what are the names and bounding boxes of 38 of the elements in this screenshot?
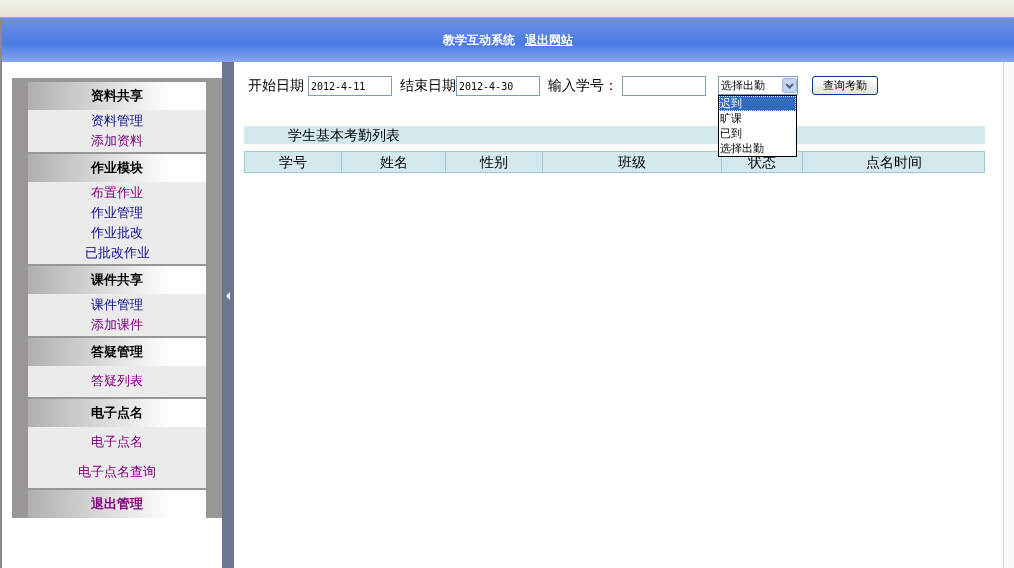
menu-group-header: 答疑管理 — [28, 336, 206, 366]
menu-group-header: 作业模块 — [28, 152, 206, 182]
dropdown-option[interactable]: 迟到 — [719, 96, 796, 111]
menu-link[interactable]: 电子点名 — [91, 432, 143, 452]
menu-group-header: 资料共享 — [28, 80, 206, 110]
column-header: 性别 — [446, 152, 543, 172]
menu-group-header: 电子点名 — [28, 397, 206, 427]
end-date-field[interactable]: 2012-4-30 — [456, 76, 540, 96]
menu-link[interactable]: 作业管理 — [91, 203, 143, 223]
menu-link[interactable]: 添加资料 — [91, 131, 143, 151]
column-header: 班级 — [543, 152, 722, 172]
menu-link[interactable]: 已批改作业 — [84, 243, 150, 263]
end-date-label: 结束日期 — [400, 76, 456, 95]
menu-link[interactable]: 答疑列表 — [91, 371, 143, 391]
scrollbar[interactable] — [1003, 62, 1014, 568]
menu-link[interactable]: 电子点名查询 — [78, 462, 156, 482]
table-title: 学生基本考勤列表 — [288, 127, 400, 143]
student-id-label: 输入学号： — [548, 76, 618, 95]
exit-site-link[interactable]: 退出网站 — [525, 31, 573, 49]
menu-group-header[interactable]: 退出管理 — [28, 488, 206, 518]
menu-link[interactable]: 课件管理 — [91, 295, 143, 315]
menu-link[interactable]: 资料管理 — [91, 111, 143, 131]
student-id-field[interactable] — [622, 76, 706, 96]
collapse-arrow-icon[interactable] — [226, 291, 230, 300]
column-header: 点名时间 — [864, 153, 923, 172]
start-date-field[interactable]: 2012-4-11 — [308, 76, 392, 96]
column-header: 姓名 — [342, 152, 446, 172]
column-header: 学号 — [245, 152, 342, 172]
menu-group-header: 课件共享 — [28, 264, 206, 294]
site-title: 教学互动系统 — [443, 31, 515, 49]
query-attendance-button[interactable]: 查询考勤 — [812, 76, 878, 95]
dropdown-option[interactable]: 已到 — [719, 126, 796, 141]
menu-link[interactable]: 添加课件 — [91, 315, 143, 335]
attendance-select[interactable]: 选择出勤 — [718, 76, 798, 95]
start-date-label: 开始日期 — [248, 76, 304, 95]
dropdown-option[interactable]: 旷课 — [719, 111, 796, 126]
menu-link[interactable]: 作业批改 — [91, 223, 143, 243]
menu-link[interactable]: 布置作业 — [91, 183, 143, 203]
